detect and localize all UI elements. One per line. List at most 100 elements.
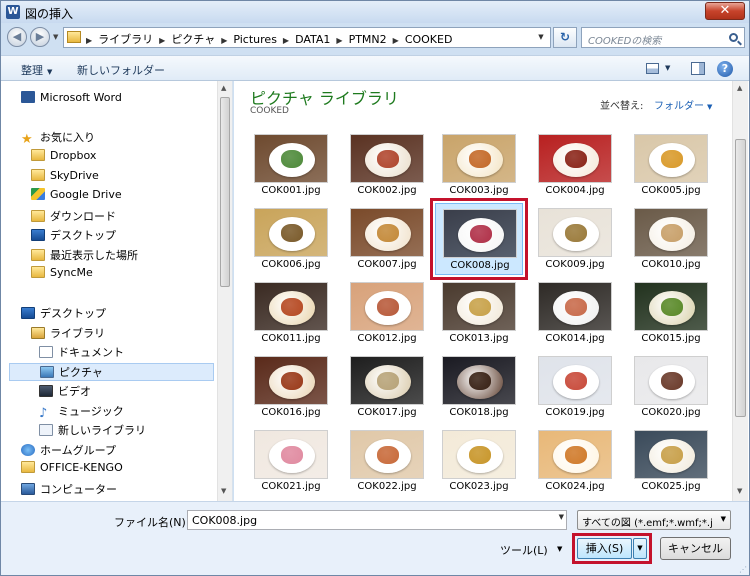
- new-folder-button[interactable]: 新しいフォルダー: [77, 62, 165, 78]
- file-tile[interactable]: COK021.jpg: [247, 425, 335, 497]
- breadcrumb-separator-icon[interactable]: ▶: [336, 36, 342, 45]
- file-tile[interactable]: COK004.jpg: [531, 129, 619, 201]
- scroll-down-icon[interactable]: ▼: [737, 487, 742, 495]
- filename-dropdown[interactable]: ▼: [559, 513, 564, 521]
- forward-button[interactable]: ▶: [30, 27, 50, 47]
- nav-item[interactable]: ホームグループ: [21, 442, 116, 460]
- content-scroll-thumb[interactable]: [735, 139, 746, 417]
- dish-food: [565, 224, 587, 242]
- file-name: COK009.jpg: [545, 259, 605, 270]
- dish-food: [377, 150, 399, 168]
- file-tile[interactable]: COK020.jpg: [627, 351, 715, 423]
- file-tile[interactable]: COK007.jpg: [343, 203, 431, 275]
- nav-item[interactable]: 最近表示した場所: [31, 247, 138, 265]
- nav-item[interactable]: OFFICE-KENGO: [21, 461, 123, 479]
- address-bar[interactable]: ▶ ライブラリ ▶ ピクチャ ▶ Pictures ▶ DATA1 ▶ PTMN2 ▶ COOKED …: [63, 27, 551, 48]
- nav-item-label: ダウンロード: [50, 210, 116, 223]
- file-tile[interactable]: COK019.jpg: [531, 351, 619, 423]
- file-tile[interactable]: COK017.jpg: [343, 351, 431, 423]
- file-tile[interactable]: COK023.jpg: [435, 425, 523, 497]
- breadcrumb-item[interactable]: ピクチャ: [171, 33, 215, 46]
- tools-button[interactable]: ツール(L): [500, 542, 548, 558]
- file-tile[interactable]: COK011.jpg: [247, 277, 335, 349]
- search-input[interactable]: COOKEDの検索: [581, 27, 745, 48]
- breadcrumb-separator-icon[interactable]: ▶: [86, 36, 92, 45]
- nav-item[interactable]: ダウンロード: [31, 208, 116, 226]
- filename-input[interactable]: COK008.jpg ▼: [187, 510, 567, 530]
- file-tile[interactable]: COK003.jpg: [435, 129, 523, 201]
- scroll-up-icon[interactable]: ▲: [737, 84, 742, 92]
- file-tile[interactable]: COK006.jpg: [247, 203, 335, 275]
- chevron-down-icon[interactable]: ▼: [665, 64, 670, 72]
- nav-item-label: OFFICE-KENGO: [40, 461, 123, 474]
- nav-item[interactable]: デスクトップ: [31, 227, 116, 245]
- recent-pages-dropdown[interactable]: ▼: [53, 33, 58, 41]
- help-icon[interactable]: ?: [717, 61, 733, 77]
- preview-pane-icon[interactable]: [691, 62, 705, 75]
- file-tile[interactable]: COK014.jpg: [531, 277, 619, 349]
- arrange-by-dropdown[interactable]: フォルダー ▼: [654, 97, 712, 112]
- file-tile[interactable]: COK013.jpg: [435, 277, 523, 349]
- file-tile[interactable]: COK025.jpg: [627, 425, 715, 497]
- cancel-button[interactable]: キャンセル: [660, 537, 731, 560]
- nav-item[interactable]: ライブラリ: [31, 325, 105, 343]
- file-tile[interactable]: COK002.jpg: [343, 129, 431, 201]
- content-scrollbar[interactable]: ▲ ▼: [732, 81, 748, 501]
- insert-button[interactable]: 挿入(S): [577, 538, 632, 559]
- breadcrumb-separator-icon[interactable]: ▶: [221, 36, 227, 45]
- nav-item[interactable]: Google Drive: [31, 188, 122, 206]
- word-icon: [21, 91, 35, 103]
- nav-item[interactable]: ピクチャ: [9, 363, 214, 381]
- file-tile[interactable]: COK005.jpg: [627, 129, 715, 201]
- breadcrumb-separator-icon[interactable]: ▶: [283, 36, 289, 45]
- file-tile[interactable]: COK015.jpg: [627, 277, 715, 349]
- breadcrumb-separator-icon[interactable]: ▶: [393, 36, 399, 45]
- search-icon[interactable]: [729, 33, 738, 42]
- nav-item[interactable]: ビデオ: [39, 383, 91, 401]
- view-icon[interactable]: [646, 63, 659, 74]
- chevron-down-icon[interactable]: ▼: [557, 545, 562, 553]
- desktop-icon: [31, 229, 45, 241]
- file-tile[interactable]: COK018.jpg: [435, 351, 523, 423]
- breadcrumb-item[interactable]: PTMN2: [349, 33, 387, 46]
- file-tile[interactable]: COK022.jpg: [343, 425, 431, 497]
- refresh-button[interactable]: ↻: [553, 27, 577, 48]
- nav-item[interactable]: ドキュメント: [39, 344, 124, 362]
- file-name: COK007.jpg: [357, 259, 417, 270]
- filename-label: ファイル名(N):: [114, 516, 190, 529]
- address-dropdown[interactable]: ▼: [534, 30, 548, 45]
- file-tile[interactable]: COK008.jpg: [430, 198, 528, 280]
- nav-item[interactable]: SkyDrive: [31, 169, 99, 187]
- file-tile[interactable]: COK012.jpg: [343, 277, 431, 349]
- close-button[interactable]: ✕: [705, 2, 745, 20]
- file-tile[interactable]: COK009.jpg: [531, 203, 619, 275]
- nav-item[interactable]: Microsoft Word: [21, 91, 122, 109]
- scroll-down-icon[interactable]: ▼: [221, 487, 226, 495]
- title-bar[interactable]: W 図の挿入 ✕: [1, 1, 749, 23]
- nav-scroll-thumb[interactable]: [220, 97, 230, 287]
- nav-item[interactable]: デスクトップ: [21, 305, 106, 323]
- breadcrumb-separator-icon[interactable]: ▶: [159, 36, 165, 45]
- organize-button[interactable]: 整理 ▼: [21, 62, 52, 78]
- file-tile[interactable]: COK016.jpg: [247, 351, 335, 423]
- nav-item[interactable]: Dropbox: [31, 149, 96, 167]
- nav-item[interactable]: 新しいライブラリ: [39, 422, 146, 440]
- insert-options-dropdown[interactable]: ▼: [633, 538, 647, 559]
- breadcrumb-item[interactable]: DATA1: [295, 33, 330, 46]
- scroll-up-icon[interactable]: ▲: [221, 84, 226, 92]
- nav-scrollbar[interactable]: ▲ ▼: [217, 81, 232, 501]
- file-tile[interactable]: COK010.jpg: [627, 203, 715, 275]
- resize-grip-icon[interactable]: ⋰: [739, 565, 747, 574]
- file-type-select[interactable]: すべての図 (*.emf;*.wmf;*.j ▼: [577, 510, 731, 530]
- breadcrumb-item[interactable]: Pictures: [233, 33, 277, 46]
- breadcrumb-item[interactable]: COOKED: [405, 33, 453, 46]
- breadcrumb-item[interactable]: ライブラリ: [98, 33, 153, 46]
- nav-item[interactable]: コンピューター: [21, 481, 117, 499]
- computer-icon: [21, 483, 35, 495]
- file-tile[interactable]: COK024.jpg: [531, 425, 619, 497]
- nav-item[interactable]: ♪ ミュージック: [39, 403, 124, 421]
- back-button[interactable]: ◀: [7, 27, 27, 47]
- nav-item[interactable]: ★ お気に入り: [21, 129, 95, 147]
- nav-item[interactable]: SyncMe: [31, 266, 93, 284]
- file-tile[interactable]: COK001.jpg: [247, 129, 335, 201]
